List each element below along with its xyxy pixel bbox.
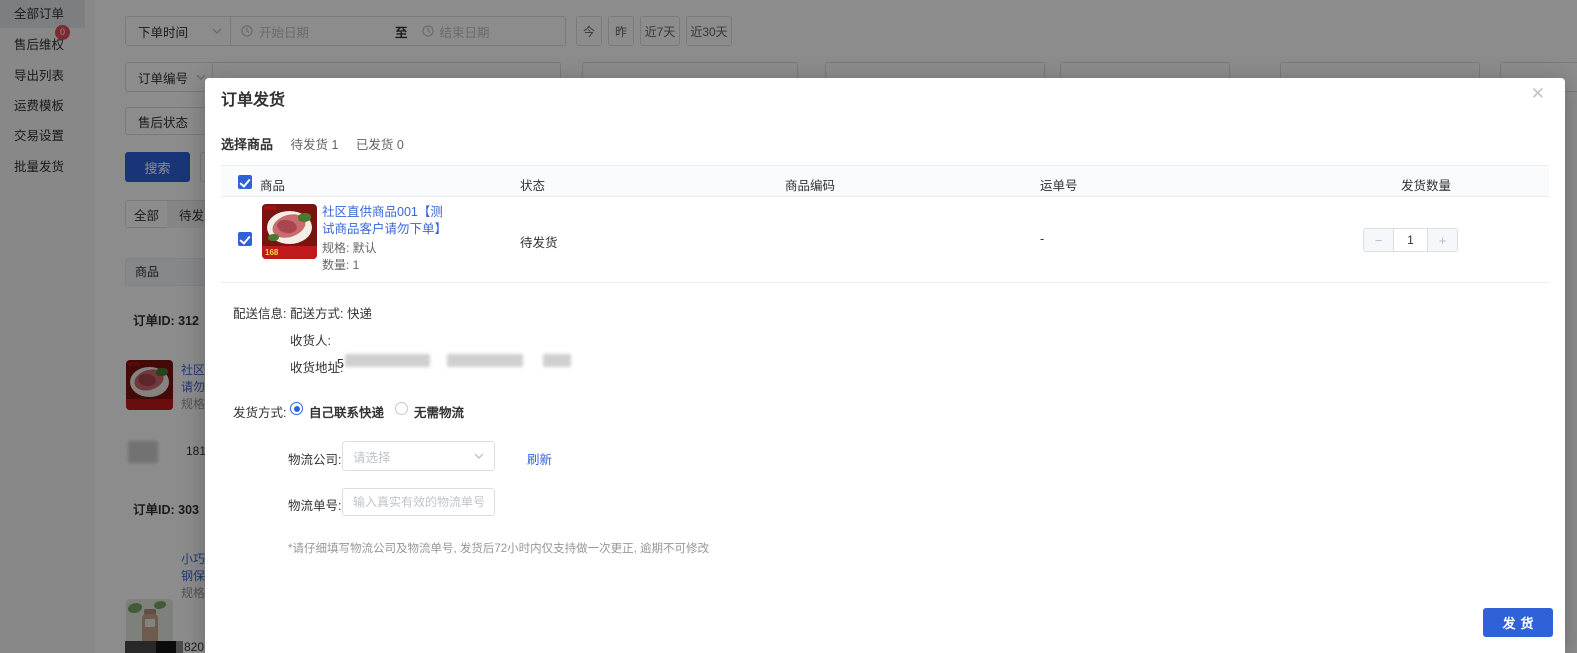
table-row: 168 社区直供商品001【测试商品客户请勿下单】 规格: 默认 数量: 1 待… — [221, 197, 1549, 283]
address-partial: 5 — [337, 357, 344, 371]
status-text: 待发货 — [520, 232, 558, 251]
shipped-count: 已发货 0 — [356, 138, 404, 152]
redacted-address-block — [543, 354, 571, 367]
product-image: 168 — [262, 204, 317, 259]
app-screen: 全部订单 售后维权 0 导出列表 运费模板 交易设置 批量发货 下单时间 开始日… — [0, 0, 1577, 653]
address-label: 收货地址: — [290, 357, 343, 376]
ship-qty-stepper: − + — [1363, 228, 1458, 252]
logistics-company-select[interactable]: 请选择 — [342, 441, 495, 471]
product-qty: 数量: 1 — [322, 256, 359, 273]
waybill-value: - — [1040, 232, 1044, 246]
chevron-down-icon — [474, 453, 484, 459]
tracking-no-input[interactable] — [342, 488, 495, 516]
ship-submit-button[interactable]: 发货 — [1483, 608, 1553, 637]
radio-label-no-logistics[interactable]: 无需物流 — [414, 402, 464, 421]
ship-order-modal: 订单发货 ✕ 选择商品 待发货 1 已发货 0 商品 状态 商品编码 运单号 发… — [205, 78, 1565, 653]
receiver-label: 收货人: — [290, 330, 331, 349]
delivery-method: 配送方式: 快递 — [290, 303, 372, 322]
plus-button[interactable]: + — [1427, 229, 1457, 251]
product-name-link[interactable]: 社区直供商品001【测试商品客户请勿下单】 — [322, 204, 446, 238]
radio-self-contact-courier[interactable] — [290, 402, 303, 415]
ship-qty-input[interactable] — [1394, 229, 1427, 251]
select-all-checkbox[interactable] — [238, 175, 252, 189]
radio-label-self-contact[interactable]: 自己联系快递 — [309, 402, 384, 421]
select-goods-label: 选择商品 — [221, 137, 273, 152]
image-price-tag: 168 — [265, 248, 278, 257]
redacted-address-block — [447, 354, 523, 367]
delivery-section-label: 配送信息: — [233, 303, 286, 322]
ship-method-label: 发货方式: — [233, 402, 286, 421]
logistics-company-label: 物流公司: — [288, 449, 341, 468]
pending-count: 待发货 1 — [291, 138, 339, 152]
table-header: 商品 状态 商品编码 运单号 发货数量 — [221, 165, 1549, 197]
ship-note: *请仔细填写物流公司及物流单号, 发货后72小时内仅支持做一次更正, 逾期不可修… — [288, 540, 709, 556]
modal-title: 订单发货 — [221, 86, 285, 110]
redacted-address-block — [345, 354, 430, 367]
close-icon[interactable]: ✕ — [1531, 84, 1545, 104]
tracking-no-label: 物流单号: — [288, 495, 341, 514]
goods-table: 商品 状态 商品编码 运单号 发货数量 168 社区直供商品00 — [221, 165, 1549, 283]
image-tag — [264, 206, 276, 210]
radio-no-logistics[interactable] — [395, 402, 408, 415]
minus-button[interactable]: − — [1364, 229, 1394, 251]
row-checkbox[interactable] — [238, 232, 252, 246]
product-spec: 规格: 默认 — [322, 239, 377, 256]
refresh-link[interactable]: 刷新 — [527, 449, 552, 468]
select-goods-row: 选择商品 待发货 1 已发货 0 — [221, 134, 404, 153]
